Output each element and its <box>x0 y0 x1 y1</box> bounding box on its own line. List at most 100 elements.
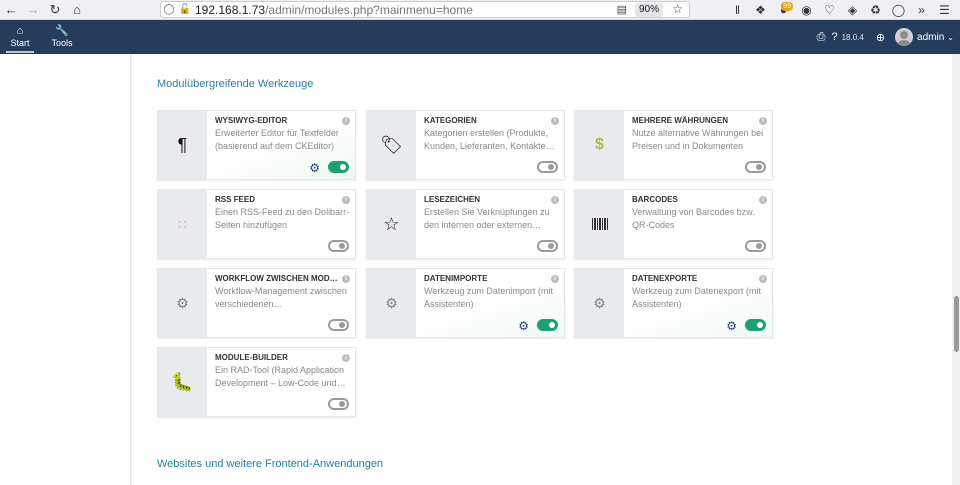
username[interactable]: admin <box>917 32 944 43</box>
module-toggle[interactable] <box>537 161 558 173</box>
cogs-icon: ⚙ <box>176 294 189 311</box>
g-extension-icon[interactable]: ◉ <box>795 3 818 17</box>
pocket-icon[interactable]: ♡ <box>818 3 841 17</box>
account-icon[interactable]: ◯ <box>887 3 910 17</box>
forward-button[interactable]: → <box>22 0 44 20</box>
browser-extensions: ‖ ❖ ●99 ◉ ♡ ◈ ♻ ◯ » ☰ <box>726 0 956 20</box>
module-toggle[interactable] <box>745 161 766 173</box>
module-card-lesezeichen[interactable]: ☆ LESEZEICHEN i Erstellen Sie Verknüpfun… <box>366 189 565 259</box>
gear-icon[interactable]: ⚙ <box>726 320 737 332</box>
module-toggle[interactable] <box>328 161 349 173</box>
module-card-barcodes[interactable]: BARCODES i Verwaltung von Barcodes bzw. … <box>574 189 773 259</box>
left-menu <box>0 54 131 485</box>
wrench-icon: 🔧 <box>55 25 69 37</box>
module-toggle[interactable] <box>537 240 558 252</box>
module-title: MEHRERE WÄHRUNGEN <box>632 116 728 125</box>
bookmark-star-icon[interactable]: ☆ <box>672 2 683 16</box>
version-label: 18.0.4 <box>841 32 864 42</box>
top-navbar: ⌂ Start 🔧 Tools ⎙ ? 18.0.4 ⊕ admin ⌄ <box>0 20 960 54</box>
module-title: DATENIMPORTE <box>424 274 488 283</box>
menu-tools[interactable]: 🔧 Tools <box>42 25 82 48</box>
help-icon[interactable]: ? <box>831 31 837 43</box>
lock-icon: 🔓 <box>178 4 192 15</box>
module-card-datenexporte[interactable]: ⚙ DATENEXPORTE i Werkzeug zum Datenexpor… <box>574 268 773 338</box>
info-icon[interactable]: i <box>759 275 767 283</box>
info-icon[interactable]: i <box>551 196 559 204</box>
module-title: DATENEXPORTE <box>632 274 698 283</box>
gear-icon[interactable]: ⚙ <box>309 162 320 174</box>
module-title: MODULE-BUILDER <box>215 353 288 362</box>
info-icon[interactable]: i <box>759 117 767 125</box>
back-button[interactable]: ← <box>0 0 22 20</box>
info-icon[interactable]: i <box>551 275 559 283</box>
module-toggle[interactable] <box>537 319 558 331</box>
section-title-websites: Websites und weitere Frontend-Anwendunge… <box>157 458 384 470</box>
gear-icon[interactable]: ⚙ <box>518 320 529 332</box>
reader-view-icon[interactable]: ▤ <box>617 3 627 16</box>
info-icon[interactable]: i <box>551 117 559 125</box>
puzzle-icon[interactable]: ♻ <box>864 3 887 17</box>
home-icon: ⌂ <box>16 25 24 37</box>
info-icon[interactable]: i <box>342 275 350 283</box>
hamburger-menu-icon[interactable]: ☰ <box>933 3 956 17</box>
module-card-rss[interactable]: ∷ RSS FEED i Einen RSS-Feed zu den Dolib… <box>157 189 356 259</box>
extension-badge-icon[interactable]: ●99 <box>772 2 795 17</box>
library-icon[interactable]: ‖ <box>726 3 749 17</box>
scrollbar-thumb[interactable] <box>954 296 959 352</box>
module-toggle[interactable] <box>328 398 349 410</box>
zoom-level[interactable]: 90% <box>634 3 663 17</box>
menu-start[interactable]: ⌂ Start <box>0 25 40 53</box>
navbar-right: ⎙ ? 18.0.4 ⊕ admin ⌄ <box>811 28 954 46</box>
module-title: RSS FEED <box>215 195 256 204</box>
info-icon[interactable]: i <box>342 117 350 125</box>
module-card-workflow[interactable]: ⚙ WORKFLOW ZWISCHEN MODULEN i Workflow-M… <box>157 268 356 338</box>
module-card-wysiwyg[interactable]: ¶ WYSIWYG-EDITOR i Erweiterter Editor fü… <box>157 110 356 180</box>
module-card-module-builder[interactable]: 🐛 MODULE-BUILDER i Ein RAD-Tool (Rapid A… <box>157 347 356 417</box>
home-button[interactable]: ⌂ <box>66 0 88 20</box>
module-title: KATEGORIEN <box>424 116 477 125</box>
info-icon[interactable]: i <box>342 354 350 362</box>
rss-icon: ∷ <box>178 215 187 232</box>
info-icon[interactable]: i <box>759 196 767 204</box>
url-path: /admin/modules.php?mainmenu=home <box>265 2 473 17</box>
address-bar[interactable]: ◯ 🔓 192.168.1.73/admin/modules.php?mainm… <box>160 1 690 18</box>
cogs-icon: ⚙ <box>385 294 398 311</box>
tag-icon: 🏷 <box>380 135 403 155</box>
avatar[interactable] <box>895 28 914 46</box>
module-toggle[interactable] <box>745 240 766 252</box>
main-content: Modulübergreifende Werkzeuge ¶ WYSIWYG-E… <box>132 54 952 485</box>
barcode-icon <box>591 218 608 230</box>
chevron-down-icon[interactable]: ⌄ <box>947 33 954 42</box>
module-toggle[interactable] <box>745 319 766 331</box>
module-description: Werkzeug zum Datenimport (mit Assistente… <box>424 286 553 309</box>
module-title: BARCODES <box>632 195 678 204</box>
module-card-datenimporte[interactable]: ⚙ DATENIMPORTE i Werkzeug zum Datenimpor… <box>366 268 565 338</box>
module-description: Nutze alternative Währungen bei Preisen … <box>632 128 764 151</box>
module-toggle[interactable] <box>328 240 349 252</box>
module-description: Verwaltung von Barcodes bzw. QR-Codes <box>632 207 755 230</box>
module-card-kategorien[interactable]: 🏷 KATEGORIEN i Kategorien erstellen (Pro… <box>366 110 565 180</box>
menu-tools-label: Tools <box>51 38 73 48</box>
print-icon[interactable]: ⎙ <box>817 31 826 44</box>
add-icon[interactable]: ⊕ <box>876 31 885 44</box>
module-card-waehrungen[interactable]: $ MEHRERE WÄHRUNGEN i Nutze alternative … <box>574 110 773 180</box>
module-description: Einen RSS-Feed zu den Dolibarr-Seiten hi… <box>215 207 350 230</box>
info-icon[interactable]: i <box>342 196 350 204</box>
module-description: Workflow-Management zwischen verschieden… <box>215 286 347 309</box>
module-description: Erweiterter Editor für Textfelder (basie… <box>215 128 339 151</box>
menu-start-label: Start <box>10 38 30 48</box>
module-title: WORKFLOW ZWISCHEN MODULEN <box>215 274 340 283</box>
overflow-icon[interactable]: » <box>910 3 933 17</box>
extension-icon[interactable]: ❖ <box>749 3 772 17</box>
star-icon: ☆ <box>383 214 400 234</box>
url-host: 192.168.1.73 <box>195 2 266 17</box>
module-description: Kategorien erstellen (Produkte, Kunden, … <box>424 128 555 151</box>
section-title-tools: Modulübergreifende Werkzeuge <box>157 78 314 90</box>
module-description: Erstellen Sie Verknüpfungen zu den inter… <box>424 207 550 230</box>
scrollbar-track[interactable] <box>952 54 960 485</box>
module-toggle[interactable] <box>328 319 349 331</box>
reload-button[interactable]: ↻ <box>44 0 66 20</box>
shield-extension-icon[interactable]: ◈ <box>841 3 864 17</box>
paragraph-icon: ¶ <box>177 135 188 155</box>
module-title: LESEZEICHEN <box>424 195 481 204</box>
